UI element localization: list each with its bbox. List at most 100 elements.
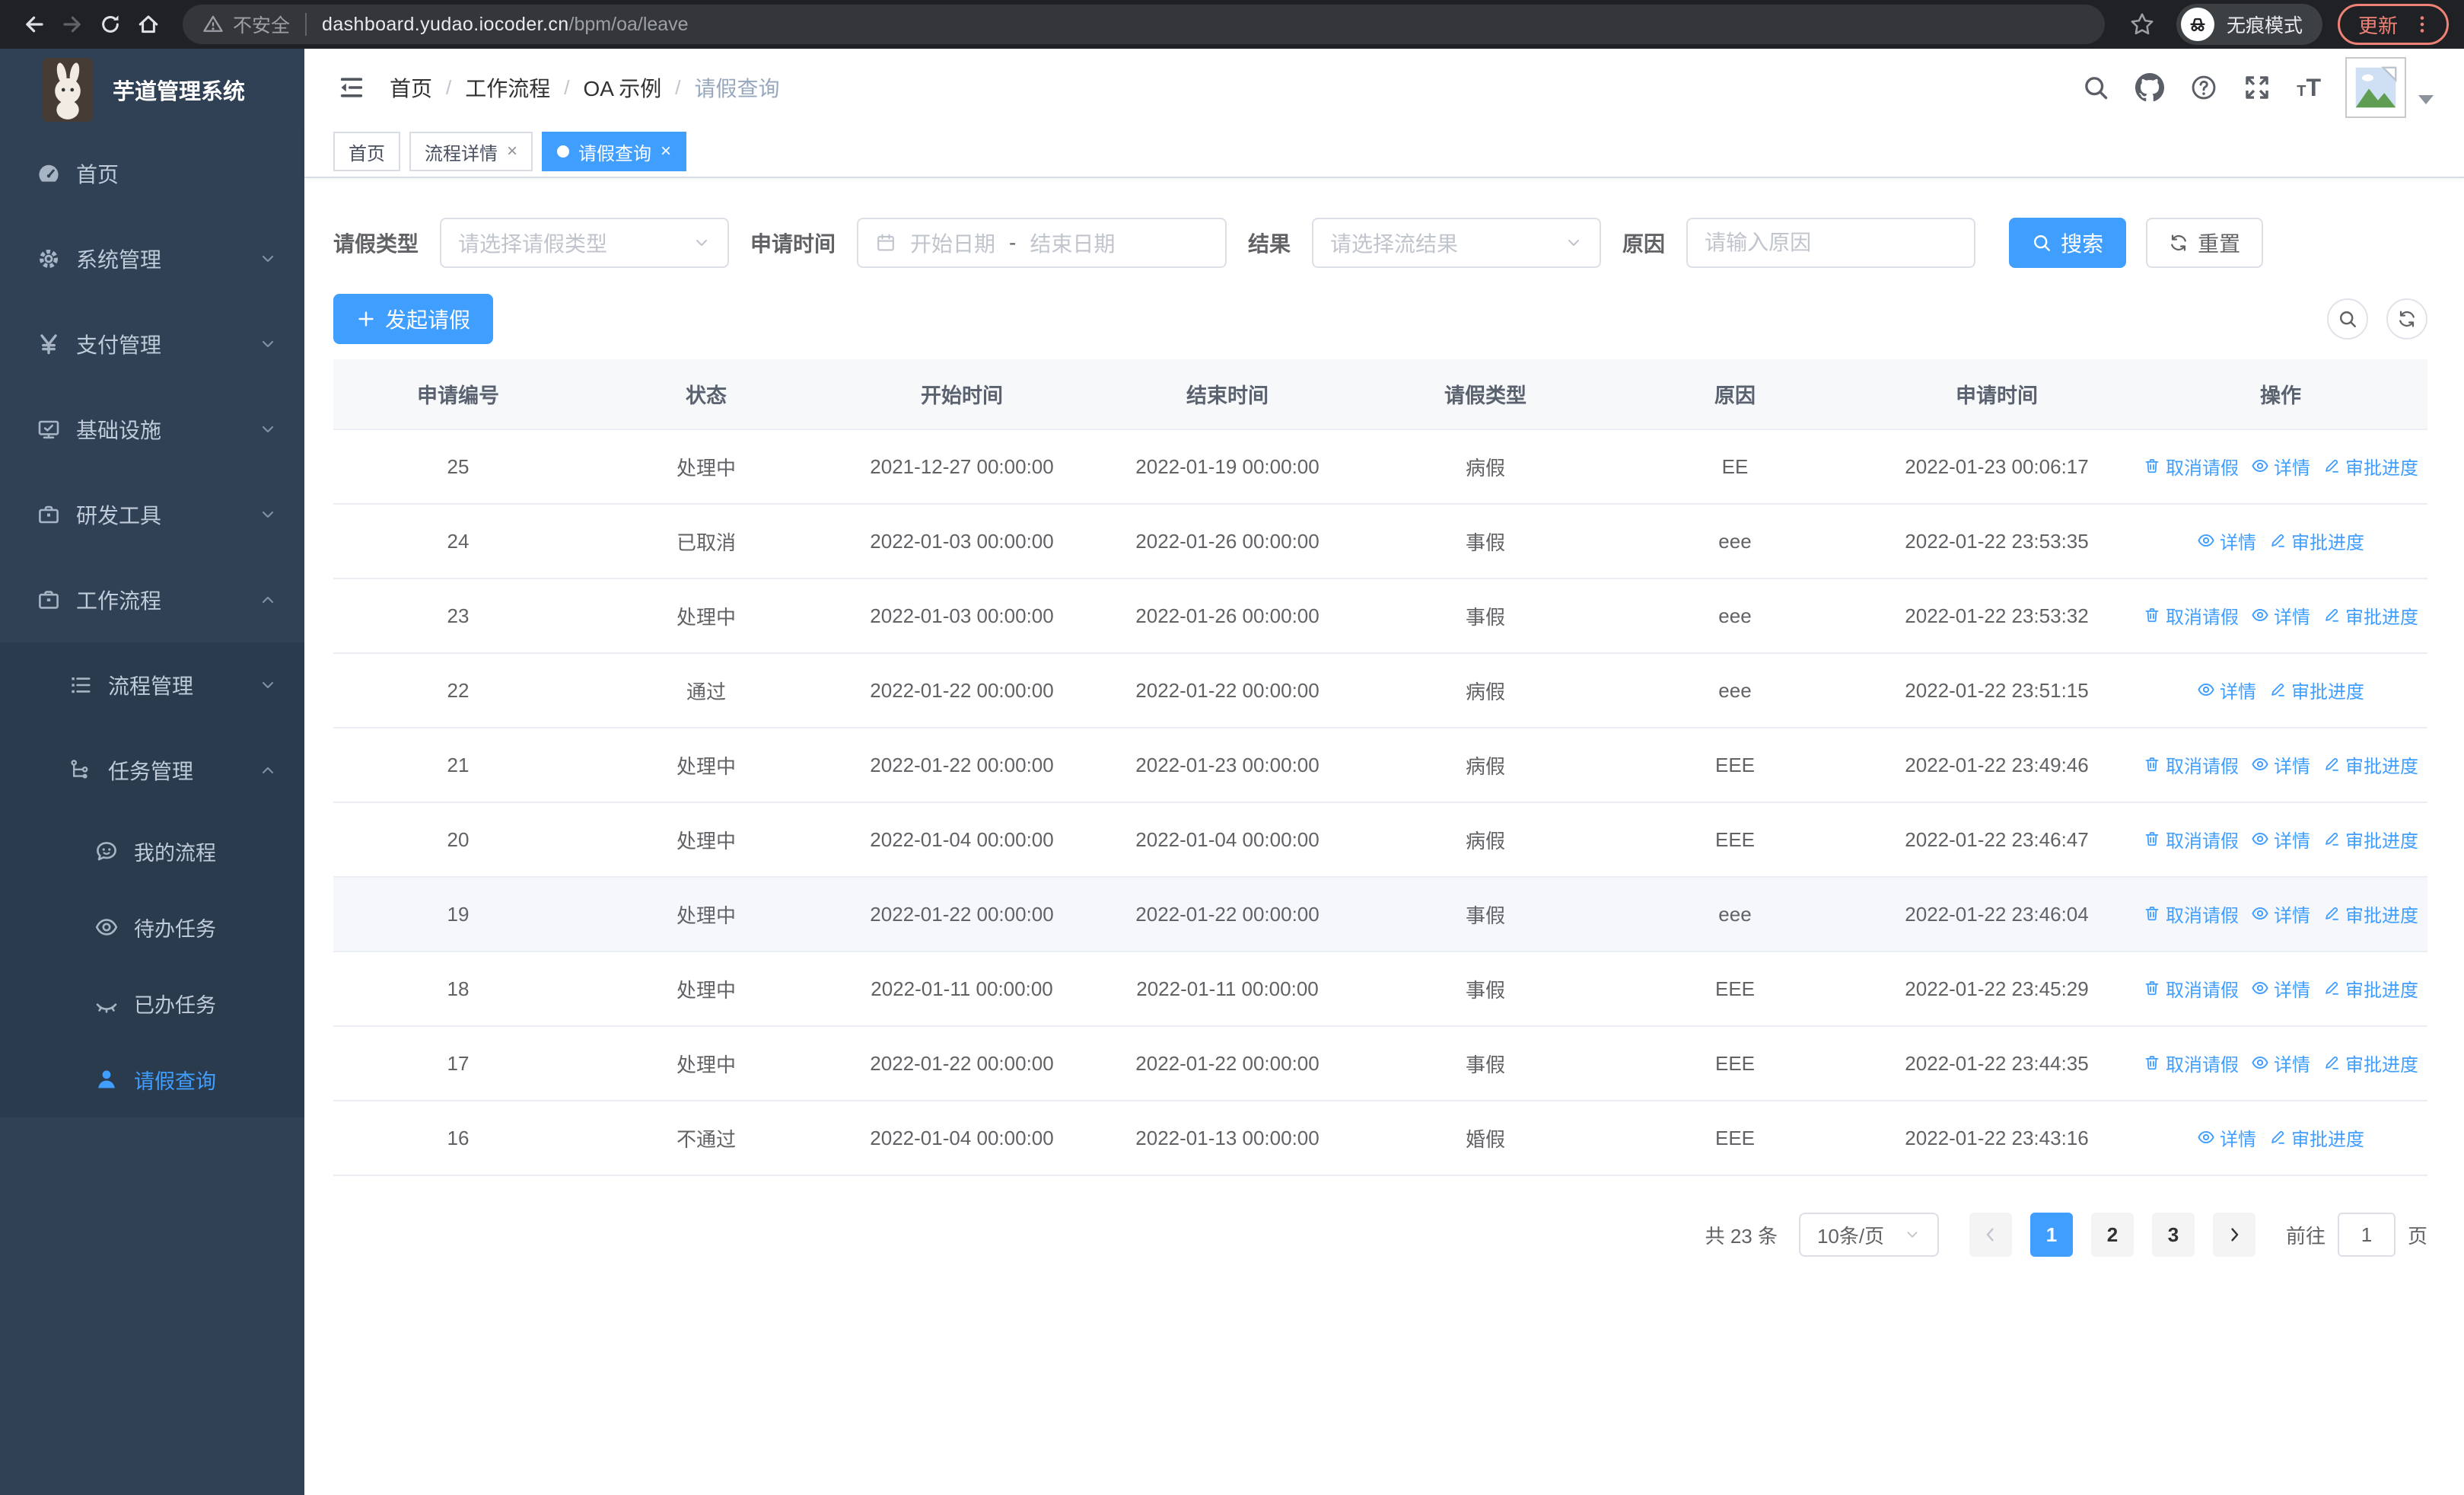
approval-progress-link[interactable]: 审批进度	[2268, 1124, 2364, 1151]
sidebar-item-devtools[interactable]: 研发工具	[0, 472, 304, 557]
approval-progress-link[interactable]: 审批进度	[2322, 602, 2418, 629]
user-avatar[interactable]	[2345, 57, 2406, 118]
fullscreen-button[interactable]	[2243, 74, 2271, 101]
leave-type-select[interactable]: 请选择请假类型	[440, 218, 730, 268]
sidebar-collapse-button[interactable]	[338, 74, 365, 101]
active-dot-icon	[557, 145, 570, 158]
sidebar-item-home[interactable]: 首页	[0, 131, 304, 216]
approval-progress-link[interactable]: 审批进度	[2322, 453, 2418, 480]
page-size-select[interactable]: 10条/页	[1798, 1213, 1939, 1257]
create-leave-button[interactable]: 发起请假	[333, 294, 494, 344]
cancel-leave-link[interactable]: 取消请假	[2143, 975, 2239, 1002]
cell-id: 22	[333, 653, 583, 728]
font-size-button[interactable]: TT	[2297, 75, 2321, 100]
detail-link[interactable]: 详情	[2251, 453, 2310, 480]
tab-label: 请假查询	[578, 143, 652, 164]
cancel-leave-link[interactable]: 取消请假	[2143, 751, 2239, 778]
bookmark-button[interactable]	[2129, 11, 2155, 37]
forward-button[interactable]	[53, 5, 91, 43]
sidebar-item-process-mgmt[interactable]: 流程管理	[0, 642, 304, 728]
fullscreen-icon	[2243, 74, 2271, 101]
help-button[interactable]	[2190, 74, 2217, 101]
breadcrumb-item[interactable]: OA 示例	[584, 72, 662, 103]
detail-link[interactable]: 详情	[2197, 1124, 2256, 1151]
avatar-caret-icon[interactable]	[2418, 95, 2434, 104]
cancel-leave-link[interactable]: 取消请假	[2143, 1050, 2239, 1076]
menu-dots-icon[interactable]	[2411, 14, 2433, 35]
reset-button[interactable]: 重置	[2146, 218, 2264, 268]
search-button[interactable]: 搜索	[2009, 218, 2127, 268]
approval-progress-link[interactable]: 审批进度	[2268, 677, 2364, 703]
page-button-3[interactable]: 3	[2151, 1213, 2195, 1257]
toggle-search-button[interactable]	[2327, 298, 2368, 339]
sidebar-item-todo-tasks[interactable]: 待办任务	[0, 889, 304, 965]
sidebar-item-task-mgmt[interactable]: 任务管理	[0, 728, 304, 813]
cancel-leave-link[interactable]: 取消请假	[2143, 602, 2239, 629]
header-search-button[interactable]	[2082, 74, 2109, 101]
github-button[interactable]	[2135, 73, 2164, 102]
goto-page-input[interactable]	[2337, 1213, 2396, 1257]
sidebar-item-done-tasks[interactable]: 已办任务	[0, 965, 304, 1041]
cell-start: 2022-01-22 00:00:00	[829, 877, 1094, 952]
security-indicator[interactable]: 不安全	[202, 11, 290, 38]
cell-start: 2022-01-03 00:00:00	[829, 579, 1094, 654]
eye-closed-icon	[94, 991, 119, 1015]
close-icon[interactable]: ×	[661, 141, 671, 162]
approval-progress-link[interactable]: 审批进度	[2322, 901, 2418, 927]
browser-update-chip[interactable]: 更新	[2337, 4, 2449, 45]
app-logo[interactable]: 芋道管理系统	[0, 49, 304, 131]
cancel-leave-link[interactable]: 取消请假	[2143, 826, 2239, 853]
pen-icon	[2322, 830, 2341, 848]
detail-link[interactable]: 详情	[2197, 677, 2256, 703]
sidebar-item-leave-query[interactable]: 请假查询	[0, 1041, 304, 1117]
detail-link[interactable]: 详情	[2251, 1050, 2310, 1076]
detail-link[interactable]: 详情	[2251, 751, 2310, 778]
approval-progress-link[interactable]: 审批进度	[2268, 528, 2364, 554]
address-bar[interactable]: 不安全 dashboard.yudao.iocoder.cn/bpm/oa/le…	[183, 5, 2105, 44]
detail-link[interactable]: 详情	[2197, 528, 2256, 554]
detail-link[interactable]: 详情	[2251, 901, 2310, 927]
tab-home[interactable]: 首页	[333, 132, 400, 171]
cell-reason: EEE	[1610, 802, 1860, 878]
tab-process-detail[interactable]: 流程详情 ×	[409, 132, 533, 171]
pen-icon	[2322, 755, 2341, 773]
reload-button[interactable]	[91, 5, 129, 43]
header-actions: TT	[2056, 57, 2434, 118]
approval-progress-link[interactable]: 审批进度	[2322, 975, 2418, 1002]
sidebar-item-system[interactable]: 系统管理	[0, 216, 304, 301]
breadcrumb-separator: /	[446, 75, 452, 99]
apply-time-range-picker[interactable]: 开始日期 - 结束日期	[857, 218, 1227, 268]
page-button-1[interactable]: 1	[2029, 1213, 2073, 1257]
cell-reason: EEE	[1610, 1101, 1860, 1176]
cancel-leave-link[interactable]: 取消请假	[2143, 453, 2239, 480]
page-button-2[interactable]: 2	[2090, 1213, 2134, 1257]
cancel-leave-link[interactable]: 取消请假	[2143, 901, 2239, 927]
reason-input[interactable]	[1686, 218, 1976, 268]
sidebar-item-payment[interactable]: 支付管理	[0, 301, 304, 387]
eye-icon	[2251, 979, 2269, 997]
breadcrumb-item[interactable]: 首页	[390, 72, 432, 103]
cell-type: 事假	[1361, 504, 1610, 579]
tab-leave-query[interactable]: 请假查询 ×	[542, 132, 687, 171]
close-icon[interactable]: ×	[507, 141, 517, 162]
approval-progress-link[interactable]: 审批进度	[2322, 826, 2418, 853]
refresh-table-button[interactable]	[2386, 298, 2427, 339]
cell-applied: 2022-01-22 23:46:04	[1860, 877, 2134, 952]
approval-progress-link[interactable]: 审批进度	[2322, 751, 2418, 778]
approval-progress-link[interactable]: 审批进度	[2322, 1050, 2418, 1076]
back-button[interactable]	[15, 5, 53, 43]
breadcrumb-item[interactable]: 工作流程	[465, 72, 550, 103]
sidebar-item-label: 研发工具	[76, 504, 162, 528]
home-button[interactable]	[129, 5, 167, 43]
result-select[interactable]: 请选择流结果	[1312, 218, 1602, 268]
next-page-button[interactable]	[2212, 1213, 2255, 1257]
sidebar-item-my-process[interactable]: 我的流程	[0, 813, 304, 889]
detail-link[interactable]: 详情	[2251, 826, 2310, 853]
detail-link[interactable]: 详情	[2251, 975, 2310, 1002]
sidebar-item-workflow[interactable]: 工作流程	[0, 557, 304, 642]
chevron-down-icon	[692, 234, 711, 252]
detail-link[interactable]: 详情	[2251, 602, 2310, 629]
sidebar-item-infra[interactable]: 基础设施	[0, 387, 304, 472]
cell-actions: 取消请假 详情 审批进度	[2134, 728, 2427, 803]
prev-page-button[interactable]	[1969, 1213, 2012, 1257]
